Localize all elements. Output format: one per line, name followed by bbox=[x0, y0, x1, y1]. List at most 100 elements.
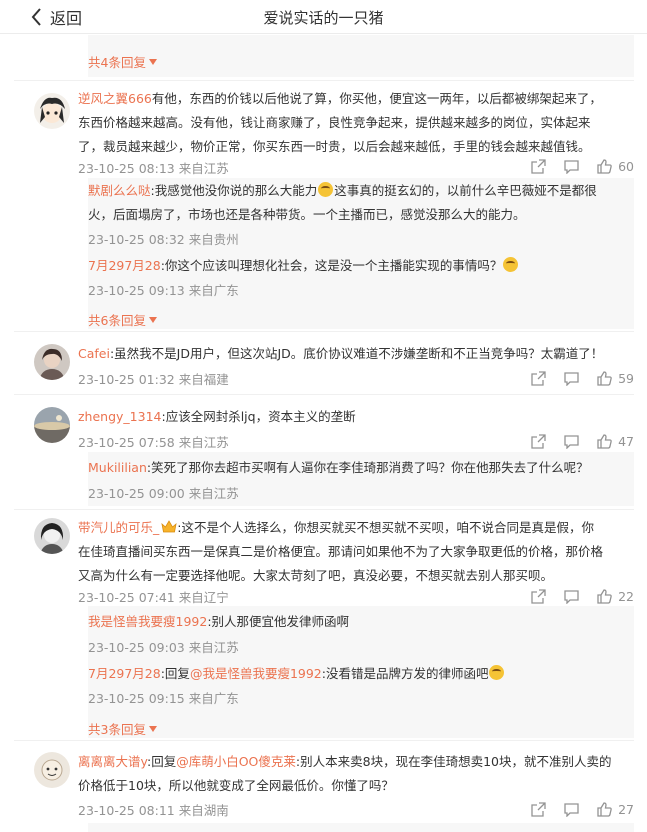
share-button[interactable] bbox=[531, 801, 546, 817]
comment-username[interactable]: Cafei bbox=[78, 346, 110, 361]
share-button[interactable] bbox=[531, 433, 546, 449]
comment-text: Cafei:虽然我不是JD用户，但这次站JD。底价协议难道不涉嫌垄断和不正当竞争… bbox=[78, 346, 604, 361]
reply-text: 默剧么么哒:我感觉他没你说的那么大能力 这事真的挺玄幻的，以前什么辛巴薇娅不是都很 bbox=[88, 182, 597, 198]
comment-actions: 27 bbox=[524, 800, 634, 818]
reply-meta: 23-10-25 08:32 来自贵州 bbox=[88, 232, 239, 247]
comment-meta: 23-10-25 08:11 来自湖南 bbox=[78, 803, 229, 818]
laugh-cry-emoji-icon bbox=[489, 665, 505, 680]
share-icon bbox=[531, 433, 546, 449]
comment-text: zhengy_1314:应该全网封杀ljq，资本主义的垄断 bbox=[78, 409, 356, 424]
more-replies-link[interactable]: 共6条回复 bbox=[88, 310, 157, 329]
like-button[interactable]: 27 bbox=[597, 802, 634, 817]
reply-username[interactable]: 默剧么么哒 bbox=[88, 183, 151, 198]
comment-meta: 23-10-25 01:32 来自福建 bbox=[78, 372, 229, 387]
comment-text-line: 价格低于10块，所以他就变成了全网最低价。你懂了吗？ bbox=[78, 778, 394, 793]
caret-down-icon bbox=[148, 725, 157, 732]
like-count: 60 bbox=[618, 158, 634, 174]
thumbs-up-icon bbox=[597, 588, 612, 604]
share-icon bbox=[531, 801, 546, 817]
comment-icon bbox=[564, 802, 579, 817]
comment-meta: 23-10-25 07:58 来自江苏 bbox=[78, 435, 229, 450]
caret-down-icon bbox=[148, 58, 157, 65]
comment-icon bbox=[564, 159, 579, 174]
reply-username[interactable]: Mukililian bbox=[88, 460, 147, 475]
more-replies-link[interactable]: 共3条回复 bbox=[88, 719, 157, 738]
reply-meta: 23-10-25 09:13 来自广东 bbox=[88, 283, 239, 298]
share-icon bbox=[531, 370, 546, 386]
reply-mention-link[interactable]: @我是怪兽我要瘦1992 bbox=[190, 666, 322, 681]
like-button[interactable]: 47 bbox=[597, 434, 634, 449]
comment-text: 带汽儿的可乐_:这不是个人选择么，你想买就买不想买就不买呗，咱不说合同是真是假，… bbox=[78, 520, 594, 535]
like-button[interactable]: 60 bbox=[597, 159, 634, 174]
comment-button[interactable] bbox=[564, 371, 579, 386]
comment-text-line: 了，裁员越来越少，物价正常，你买东西一时贵，以后会越来越低，手里的钱会越来越值钱… bbox=[78, 139, 591, 154]
like-count: 22 bbox=[618, 588, 634, 604]
comment-meta: 23-10-25 08:13 来自江苏 bbox=[78, 161, 229, 176]
avatar[interactable] bbox=[34, 752, 70, 788]
comment-username[interactable]: 带汽儿的可乐_ bbox=[78, 520, 159, 535]
like-count: 59 bbox=[618, 370, 634, 386]
thumbs-up-icon bbox=[597, 433, 612, 449]
reply-text: 我是怪兽我要瘦1992:别人那便宜他发律师函啊 bbox=[88, 614, 350, 629]
reply-meta: 23-10-25 09:00 来自江苏 bbox=[88, 486, 239, 501]
share-button[interactable] bbox=[531, 370, 546, 386]
reply-username[interactable]: 7月297月28 bbox=[88, 666, 161, 681]
comment-actions: 60 bbox=[524, 157, 634, 175]
comment-mention-link[interactable]: @库萌小白OO傻克莱 bbox=[176, 754, 296, 769]
comment-button[interactable] bbox=[564, 802, 579, 817]
laugh-cry-emoji-icon bbox=[503, 257, 519, 272]
comment-text: 逆风之翼666有他，东西的价钱以后他说了算，你买他，便宜这一两年，以后都被绑架起… bbox=[78, 91, 602, 106]
comment-actions: 47 bbox=[524, 432, 634, 450]
reply-box bbox=[88, 823, 634, 832]
reply-meta: 23-10-25 09:15 来自广东 bbox=[88, 691, 239, 706]
divider bbox=[14, 331, 634, 332]
divider bbox=[14, 740, 634, 741]
like-count: 47 bbox=[618, 433, 634, 449]
thumbs-up-icon bbox=[597, 158, 612, 174]
comment-button[interactable] bbox=[564, 159, 579, 174]
comment-username[interactable]: zhengy_1314 bbox=[78, 409, 162, 424]
reply-username[interactable]: 我是怪兽我要瘦1992 bbox=[88, 614, 207, 629]
crown-badge-icon bbox=[161, 520, 177, 533]
comment-icon bbox=[564, 434, 579, 449]
comment-text: 离离离大谱y:回复@库萌小白OO傻克莱:别人本来卖8块，现在李佳琦想卖10块，就… bbox=[78, 754, 612, 769]
comment-text-line: 在佳琦直播间买东西一是保真二是价格便宜。那请问如果他不为了大家争取更低的价格，那… bbox=[78, 544, 604, 559]
reply-username[interactable]: 7月297月28 bbox=[88, 258, 161, 273]
avatar[interactable] bbox=[34, 518, 70, 554]
top-bar: 返回 爱说实话的一只猪 bbox=[0, 0, 647, 34]
more-replies-link[interactable]: 共4条回复 bbox=[88, 52, 157, 71]
like-count: 27 bbox=[618, 801, 634, 817]
laugh-cry-emoji-icon bbox=[318, 182, 334, 197]
like-button[interactable]: 22 bbox=[597, 589, 634, 604]
avatar[interactable] bbox=[34, 344, 70, 380]
divider bbox=[14, 80, 634, 81]
comment-actions: 59 bbox=[524, 369, 634, 387]
reply-text: 7月297月28:回复@我是怪兽我要瘦1992:没看错是品牌方发的律师函吧 bbox=[88, 662, 505, 686]
share-icon bbox=[531, 588, 546, 604]
share-button[interactable] bbox=[531, 588, 546, 604]
reply-box bbox=[88, 35, 634, 77]
comment-icon bbox=[564, 371, 579, 386]
page-title: 爱说实话的一只猪 bbox=[263, 9, 384, 27]
divider bbox=[14, 509, 634, 510]
comment-username[interactable]: 离离离大谱y bbox=[78, 754, 147, 769]
comment-button[interactable] bbox=[564, 434, 579, 449]
reply-text-line: 火，后面塌房了，市场也还是各种带货。一个主播而已，感觉没那么大的能力。 bbox=[88, 207, 526, 222]
comment-icon bbox=[564, 589, 579, 604]
avatar[interactable] bbox=[34, 407, 70, 443]
comment-actions: 22 bbox=[524, 587, 634, 605]
like-button[interactable]: 59 bbox=[597, 371, 634, 386]
reply-text: 7月297月28:你这个应该叫理想化社会，这是没一个主播能实现的事情吗？ bbox=[88, 254, 519, 278]
caret-down-icon bbox=[148, 316, 157, 323]
comment-meta: 23-10-25 07:41 来自辽宁 bbox=[78, 590, 229, 605]
share-button[interactable] bbox=[531, 158, 546, 174]
comment-text-line: 东西价格越来越高。没有他，钱让商家赚了，良性竞争起来，提供越来越多的岗位，实体起… bbox=[78, 115, 591, 130]
avatar[interactable] bbox=[34, 93, 70, 129]
comment-text-line: 又高为什么有一定要选择他呢。大家太苛刻了吧，真没必要，不想买就去别人那买呗。 bbox=[78, 568, 554, 583]
reply-text: Mukililian:笑死了那你去超市买啊有人逼你在李佳琦那消费了吗？你在他那失… bbox=[88, 460, 589, 475]
share-icon bbox=[531, 158, 546, 174]
thumbs-up-icon bbox=[597, 801, 612, 817]
divider bbox=[14, 394, 634, 395]
comment-button[interactable] bbox=[564, 589, 579, 604]
comment-username[interactable]: 逆风之翼666 bbox=[78, 91, 152, 106]
